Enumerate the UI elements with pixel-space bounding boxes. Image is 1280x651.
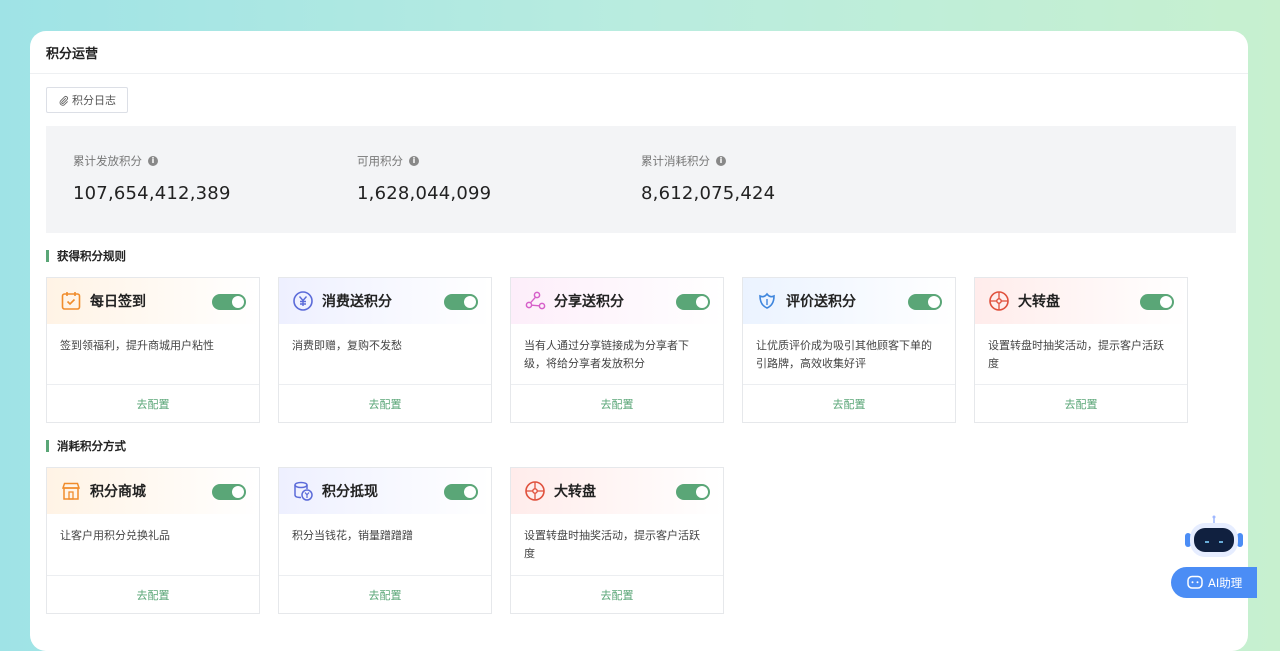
enable-toggle[interactable] (676, 484, 710, 500)
card-lucky-wheel-spend: 大转盘 设置转盘时抽奖活动，提示客户活跃度 去配置 (510, 467, 724, 614)
card-desc: 当有人通过分享链接成为分享者下级，将给分享者发放积分 (524, 339, 689, 370)
card-title: 积分抵现 (322, 484, 378, 500)
configure-link[interactable]: 去配置 (279, 384, 491, 422)
enable-toggle[interactable] (212, 294, 246, 310)
ai-assistant-button[interactable]: AI助理 (1171, 567, 1257, 598)
wheel-icon (524, 480, 546, 502)
card-title: 分享送积分 (554, 294, 624, 310)
stat-available: 可用积分 i 1,628,044,099 (357, 153, 491, 204)
card-desc: 设置转盘时抽奖活动，提示客户活跃度 (524, 529, 700, 560)
configure-link[interactable]: 去配置 (511, 575, 723, 613)
card-desc: 让优质评价成为吸引其他顾客下单的引路牌，高效收集好评 (756, 339, 932, 370)
configure-link[interactable]: 去配置 (47, 575, 259, 613)
earn-section-title: 获得积分规则 (46, 250, 126, 262)
card-share-points: 分享送积分 当有人通过分享链接成为分享者下级，将给分享者发放积分 去配置 (510, 277, 724, 423)
card-title: 大转盘 (554, 484, 596, 500)
yen-circle-icon (292, 290, 314, 312)
share-icon (524, 290, 546, 312)
configure-link[interactable]: 去配置 (975, 384, 1187, 422)
enable-toggle[interactable] (908, 294, 942, 310)
stat-value: 8,612,075,424 (641, 183, 776, 204)
card-desc: 设置转盘时抽奖活动，提示客户活跃度 (988, 339, 1164, 370)
enable-toggle[interactable] (676, 294, 710, 310)
card-desc: 积分当钱花，销量蹭蹭蹭 (292, 529, 413, 542)
configure-link[interactable]: 去配置 (511, 384, 723, 422)
card-desc: 签到领福利，提升商城用户粘性 (60, 339, 214, 352)
page-title: 积分运营 (30, 31, 1248, 74)
configure-link[interactable]: 去配置 (743, 384, 955, 422)
enable-toggle[interactable] (444, 484, 478, 500)
card-title: 积分商城 (90, 484, 146, 500)
card-purchase-points: 消费送积分 消费即赠，复购不发愁 去配置 (278, 277, 492, 423)
configure-link[interactable]: 去配置 (47, 384, 259, 422)
paperclip-icon (59, 95, 68, 106)
stat-value: 1,628,044,099 (357, 183, 492, 204)
stat-label: 可用积分 (357, 154, 403, 168)
enable-toggle[interactable] (444, 294, 478, 310)
points-log-button[interactable]: 积分日志 (46, 87, 128, 113)
card-points-mall: 积分商城 让客户用积分兑换礼品 去配置 (46, 467, 260, 614)
stat-label: 累计发放积分 (73, 154, 142, 168)
card-desc: 让客户用积分兑换礼品 (60, 529, 170, 542)
card-desc: 消费即赠，复购不发愁 (292, 339, 402, 352)
card-title: 大转盘 (1018, 294, 1060, 310)
card-title: 消费送积分 (322, 294, 392, 310)
robot-assistant-icon[interactable] (1183, 515, 1245, 563)
card-daily-checkin: 每日签到 签到领福利，提升商城用户粘性 去配置 (46, 277, 260, 423)
stats-panel: 累计发放积分 i 107,654,412,389 可用积分 i 1,628,044,… (46, 126, 1236, 233)
info-icon[interactable]: i (409, 156, 419, 166)
stat-total-consumed: 累计消耗积分 i 8,612,075,424 (641, 153, 775, 204)
stat-value: 107,654,412,389 (73, 183, 231, 204)
coin-stack-icon (292, 480, 314, 502)
card-review-points: 评价送积分 让优质评价成为吸引其他顾客下单的引路牌，高效收集好评 去配置 (742, 277, 956, 423)
card-title: 每日签到 (90, 294, 146, 310)
card-title: 评价送积分 (786, 294, 856, 310)
configure-link[interactable]: 去配置 (279, 575, 491, 613)
ai-assistant-label: AI助理 (1208, 575, 1243, 590)
enable-toggle[interactable] (1140, 294, 1174, 310)
review-flower-icon (756, 290, 778, 312)
card-points-cash: 积分抵现 积分当钱花，销量蹭蹭蹭 去配置 (278, 467, 492, 614)
store-icon (60, 480, 82, 502)
stat-label: 累计消耗积分 (641, 154, 710, 168)
enable-toggle[interactable] (212, 484, 246, 500)
wheel-icon (988, 290, 1010, 312)
info-icon[interactable]: i (148, 156, 158, 166)
points-log-label: 积分日志 (72, 94, 116, 107)
card-lucky-wheel: 大转盘 设置转盘时抽奖活动，提示客户活跃度 去配置 (974, 277, 1188, 423)
info-icon[interactable]: i (716, 156, 726, 166)
spend-section-title: 消耗积分方式 (46, 440, 126, 452)
points-operation-panel: 积分运营 积分日志 累计发放积分 i 107,654,412,389 可用积分 i … (30, 31, 1248, 651)
chat-icon (1187, 575, 1203, 589)
stat-total-issued: 累计发放积分 i 107,654,412,389 (73, 153, 231, 204)
calendar-check-icon (60, 290, 82, 312)
